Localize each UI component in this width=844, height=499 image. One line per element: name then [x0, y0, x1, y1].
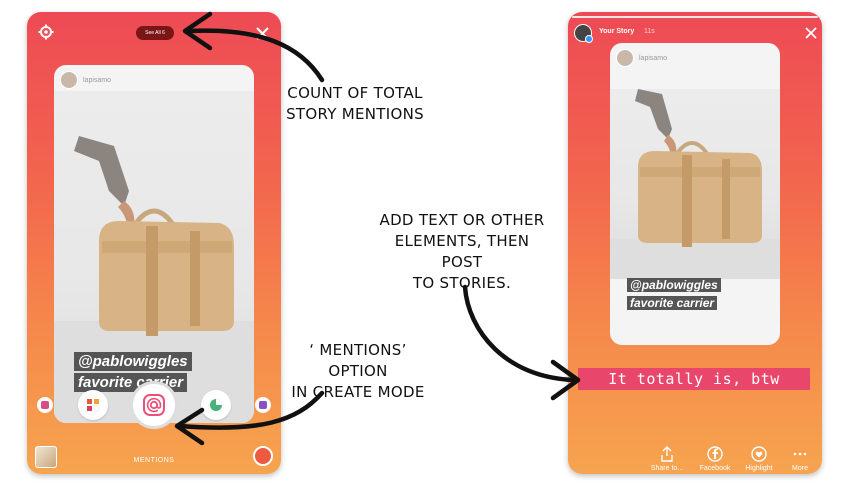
- more-button[interactable]: More: [780, 446, 820, 472]
- added-text-sticker[interactable]: It totally is, btw: [578, 368, 810, 390]
- avatar: [616, 49, 634, 67]
- card-username: lapisamo: [83, 76, 112, 84]
- added-text: It totally is, btw: [608, 370, 780, 388]
- highlight-label: Highlight: [745, 465, 773, 472]
- close-icon[interactable]: [804, 26, 818, 40]
- left-phone-create-mode: See All 6 lapisamo @pablowiggles favorit…: [27, 12, 281, 474]
- share-to-label: Share to...: [650, 465, 684, 472]
- mention-sticker: @pablowiggles favorite carrier: [627, 276, 777, 312]
- annotation-count-label: COUNT OF TOTAL STORY MENTIONS: [286, 84, 424, 123]
- facebook-icon: [707, 446, 723, 462]
- sticker-tool-right[interactable]: [255, 397, 271, 413]
- mentioned-story-card: lapisamo @pablowiggles favorite carrier: [54, 65, 254, 423]
- mentions-create-button[interactable]: [130, 381, 178, 429]
- card-username: lapisamo: [639, 54, 668, 62]
- gear-icon[interactable]: [37, 23, 55, 41]
- mention-at-icon: [143, 394, 165, 416]
- mention-username: @pablowiggles: [74, 352, 192, 371]
- close-icon[interactable]: [255, 26, 269, 40]
- story-progress-bar: [572, 16, 818, 18]
- story-time: 11s: [644, 28, 655, 35]
- capture-button[interactable]: [253, 446, 273, 466]
- story-photo: [610, 89, 780, 279]
- right-phone-your-story: Your Story 11s lapisamo @pablowiggles fa…: [568, 12, 822, 474]
- arrow-to-added-text: [462, 284, 578, 383]
- see-all-label: See All 6: [145, 30, 165, 36]
- poll-tool[interactable]: [201, 390, 231, 420]
- more-dots-icon: [793, 452, 807, 456]
- mention-caption: favorite carrier: [627, 296, 718, 310]
- annotation-add-text-label: ADD TEXT OR OTHER ELEMENTS, THEN POST TO…: [379, 211, 545, 292]
- highlight-button[interactable]: Highlight: [739, 446, 779, 472]
- share-to-button[interactable]: Share to...: [647, 446, 687, 472]
- more-label: More: [792, 465, 808, 472]
- sticker-tool-left[interactable]: [37, 397, 53, 413]
- facebook-label: Facebook: [699, 465, 731, 472]
- mention-username: @pablowiggles: [627, 278, 721, 292]
- gallery-thumbnail[interactable]: [35, 446, 57, 468]
- see-all-mentions-button[interactable]: See All 6: [136, 26, 174, 40]
- mode-label: MENTIONS: [133, 457, 175, 464]
- shared-story-card: lapisamo @pablowiggles favorite carrier: [610, 43, 780, 345]
- facebook-button[interactable]: Facebook: [695, 446, 735, 472]
- highlight-heart-icon: [751, 446, 767, 462]
- annotation-mentions-label: ‘ MENTIONS’ OPTION IN CREATE MODE: [291, 341, 425, 401]
- story-title: Your Story: [599, 28, 635, 35]
- add-story-badge: [585, 35, 593, 43]
- card-header: lapisamo: [616, 49, 667, 67]
- card-header: lapisamo: [60, 71, 111, 89]
- music-tool[interactable]: [78, 390, 108, 420]
- share-icon: [661, 446, 673, 462]
- avatar: [60, 71, 78, 89]
